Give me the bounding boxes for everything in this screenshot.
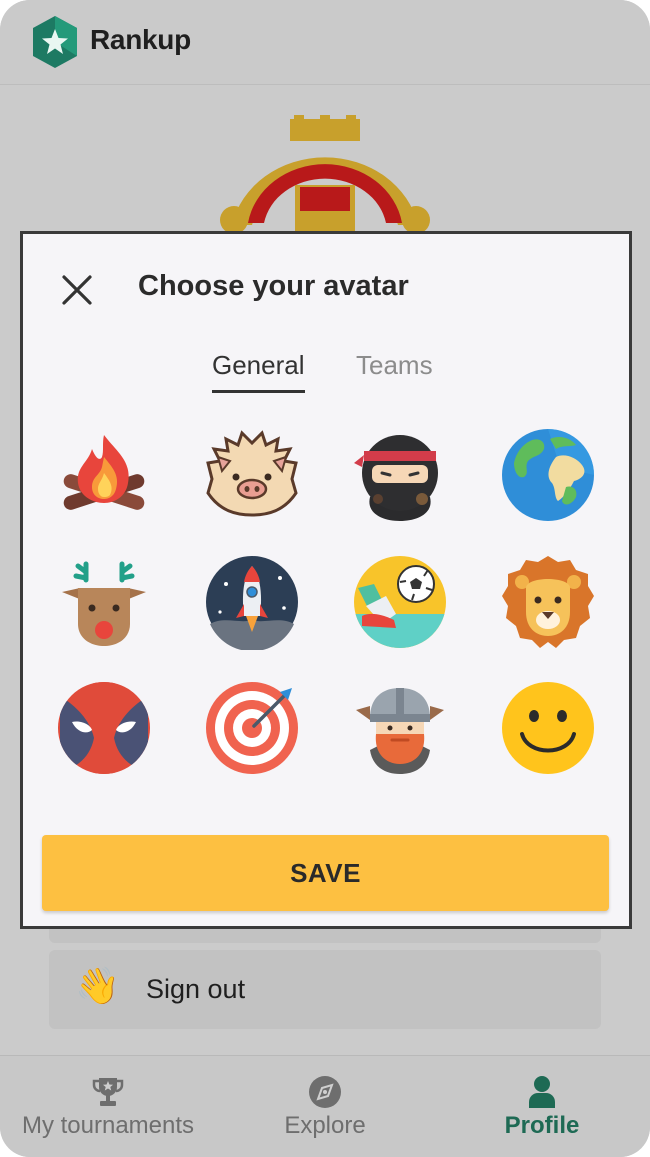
bottom-navigation: My tournaments Explore Profile: [0, 1055, 650, 1157]
avatar-pig[interactable]: [204, 427, 300, 523]
nav-explore-label: Explore: [284, 1112, 366, 1139]
avatar-football[interactable]: [352, 554, 448, 650]
earth-icon: [502, 429, 594, 521]
avatar-rocket[interactable]: [204, 554, 300, 650]
nav-profile-label: Profile: [504, 1112, 580, 1139]
team-crest-icon: [220, 115, 430, 240]
trophy-icon: [92, 1078, 124, 1106]
football-icon: [354, 556, 446, 648]
masked-hero-icon: [58, 682, 150, 774]
nav-explore[interactable]: Explore: [216, 1056, 434, 1157]
smiley-icon: [502, 682, 594, 774]
ninja-icon: [354, 435, 438, 521]
campfire-icon: [63, 435, 145, 510]
rankup-logo-icon: [33, 16, 77, 68]
reindeer-icon: [62, 561, 146, 646]
nav-profile[interactable]: Profile: [434, 1056, 650, 1157]
close-icon[interactable]: [59, 272, 95, 308]
dialog-title: Choose your avatar: [138, 270, 409, 302]
waving-hand-icon: 👋: [75, 965, 120, 1006]
save-button[interactable]: SAVE: [42, 835, 609, 911]
lion-icon: [502, 556, 594, 648]
app-screen: Rankup 👋 Sign out My tournaments Explore…: [0, 0, 650, 1157]
rocket-icon: [206, 556, 298, 650]
app-header: Rankup: [0, 0, 650, 85]
sign-out-row[interactable]: 👋 Sign out: [49, 950, 601, 1029]
sign-out-label: Sign out: [146, 974, 246, 1004]
avatar-ninja[interactable]: [352, 427, 448, 523]
avatar-reindeer[interactable]: [56, 554, 152, 650]
avatar-earth[interactable]: [500, 427, 596, 523]
nav-my-tournaments[interactable]: My tournaments: [0, 1056, 216, 1157]
avatar-viking[interactable]: [352, 680, 448, 776]
viking-icon: [356, 688, 444, 774]
avatar-smiley[interactable]: [500, 680, 596, 776]
avatar-masked-hero[interactable]: [56, 680, 152, 776]
nav-my-tournaments-label: My tournaments: [21, 1112, 195, 1139]
person-icon: [529, 1076, 555, 1108]
pig-icon: [206, 430, 298, 517]
tab-teams[interactable]: Teams: [356, 350, 433, 381]
compass-icon: [309, 1076, 341, 1108]
tab-general[interactable]: General: [212, 350, 305, 393]
avatar-campfire[interactable]: [56, 427, 152, 523]
app-title: Rankup: [90, 24, 191, 55]
choose-avatar-dialog: Choose your avatar General Teams SAVE: [20, 231, 632, 929]
target-icon: [206, 682, 298, 774]
avatar-target[interactable]: [204, 680, 300, 776]
avatar-lion[interactable]: [500, 554, 596, 650]
